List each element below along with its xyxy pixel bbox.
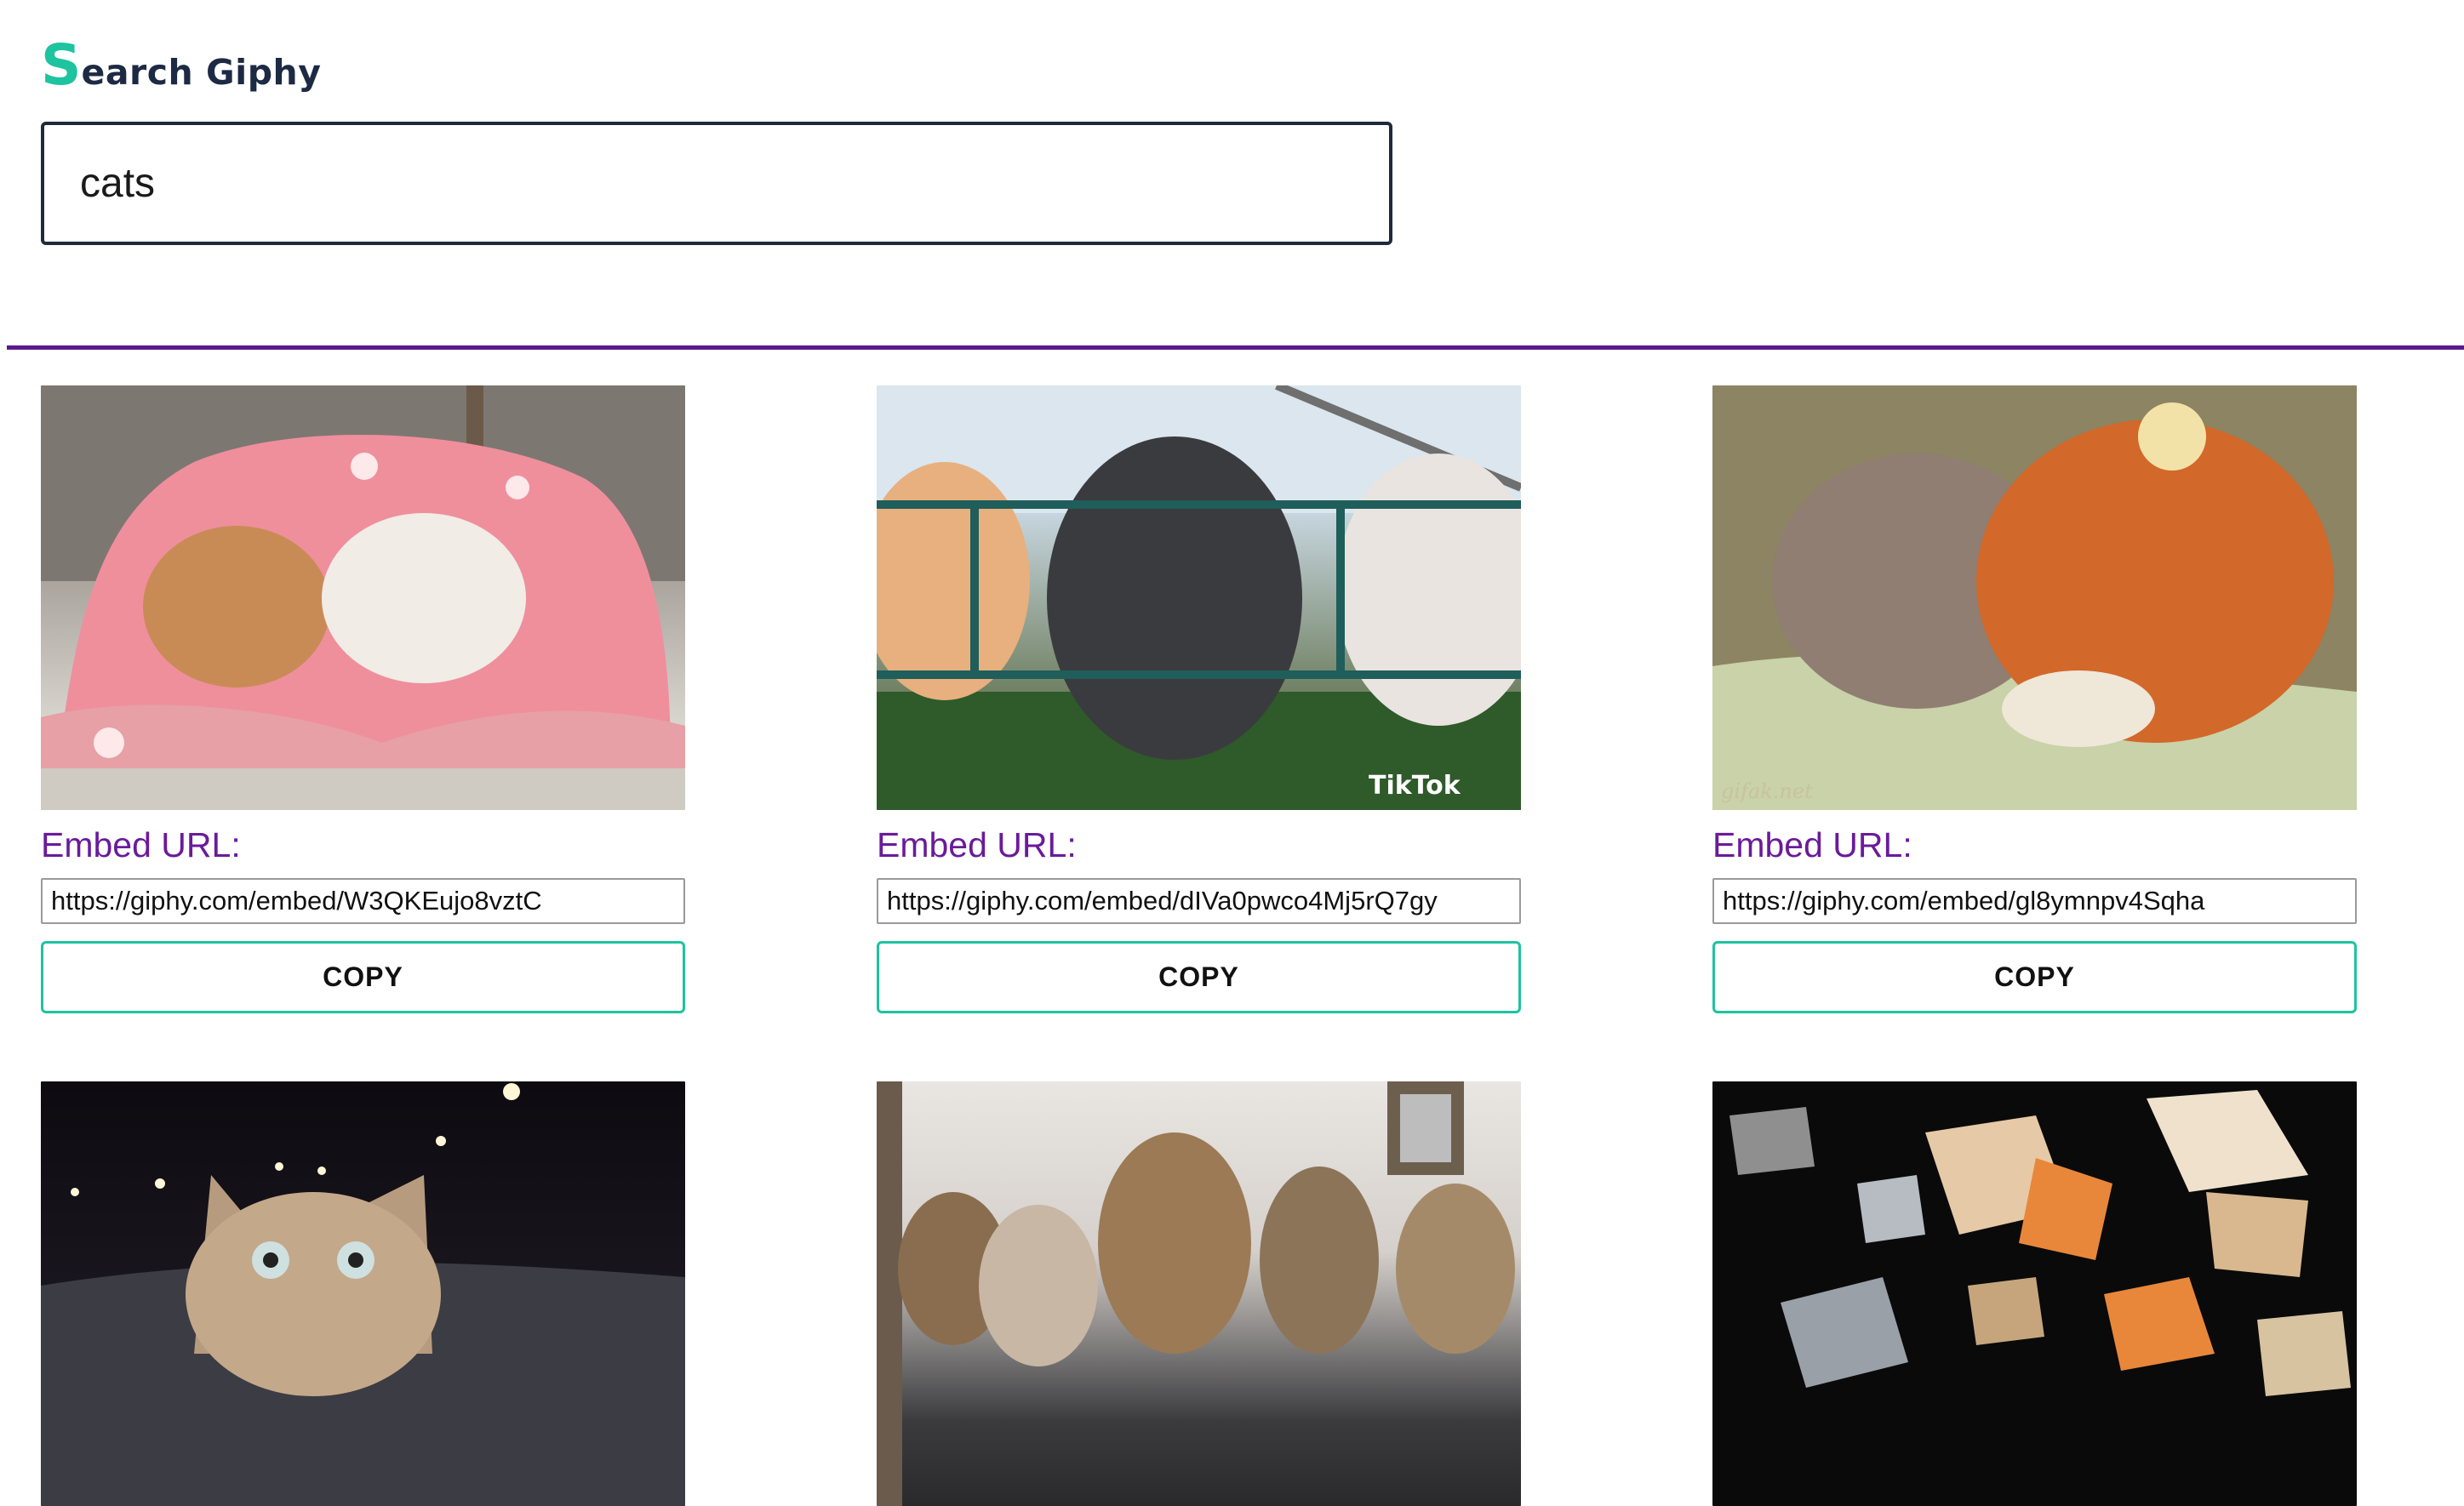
gif-image xyxy=(1712,1081,2357,1506)
gif-image: TikTok xyxy=(877,385,1521,810)
embed-url-label: Embed URL: xyxy=(877,825,1077,864)
watermark-tiktok: TikTok xyxy=(1369,771,1461,801)
divider xyxy=(7,345,2464,350)
result-card: TikTok Embed URL: COPY xyxy=(877,385,1521,1014)
result-card xyxy=(41,1081,685,1506)
page-title-initial: S xyxy=(41,32,82,98)
gif-artwork xyxy=(877,1081,1515,1506)
copy-button[interactable]: COPY xyxy=(877,941,1521,1014)
result-card xyxy=(1712,1081,2357,1506)
gif-image xyxy=(41,385,685,810)
page-title-text: earch Giphy xyxy=(81,52,322,93)
gif-artwork xyxy=(1729,1090,2351,1397)
results-grid: Embed URL: COPY TikTok Embed URL: COPY xyxy=(41,385,2424,1506)
gif-artwork xyxy=(41,1083,685,1506)
gif-artwork: TikTok xyxy=(877,385,1521,810)
copy-button[interactable]: COPY xyxy=(1712,941,2357,1014)
copy-button[interactable]: COPY xyxy=(41,941,685,1014)
result-card: gifak.net Embed URL: COPY xyxy=(1712,385,2357,1014)
page-title: S earch Giphy xyxy=(41,37,321,94)
embed-url-label: Embed URL: xyxy=(1712,825,1912,864)
gif-artwork xyxy=(41,385,685,810)
gif-artwork: gifak.net xyxy=(1712,385,2357,810)
gif-image xyxy=(877,1081,1521,1506)
embed-url-field[interactable] xyxy=(41,878,685,925)
embed-url-field[interactable] xyxy=(877,878,1521,925)
embed-url-field[interactable] xyxy=(1712,878,2357,925)
result-card xyxy=(877,1081,1521,1506)
gif-image xyxy=(41,1081,685,1506)
watermark-gifak: gifak.net xyxy=(1721,779,1813,803)
result-card: Embed URL: COPY xyxy=(41,385,685,1014)
gif-image: gifak.net xyxy=(1712,385,2357,810)
search-input[interactable] xyxy=(41,122,1392,245)
embed-url-label: Embed URL: xyxy=(41,825,241,864)
